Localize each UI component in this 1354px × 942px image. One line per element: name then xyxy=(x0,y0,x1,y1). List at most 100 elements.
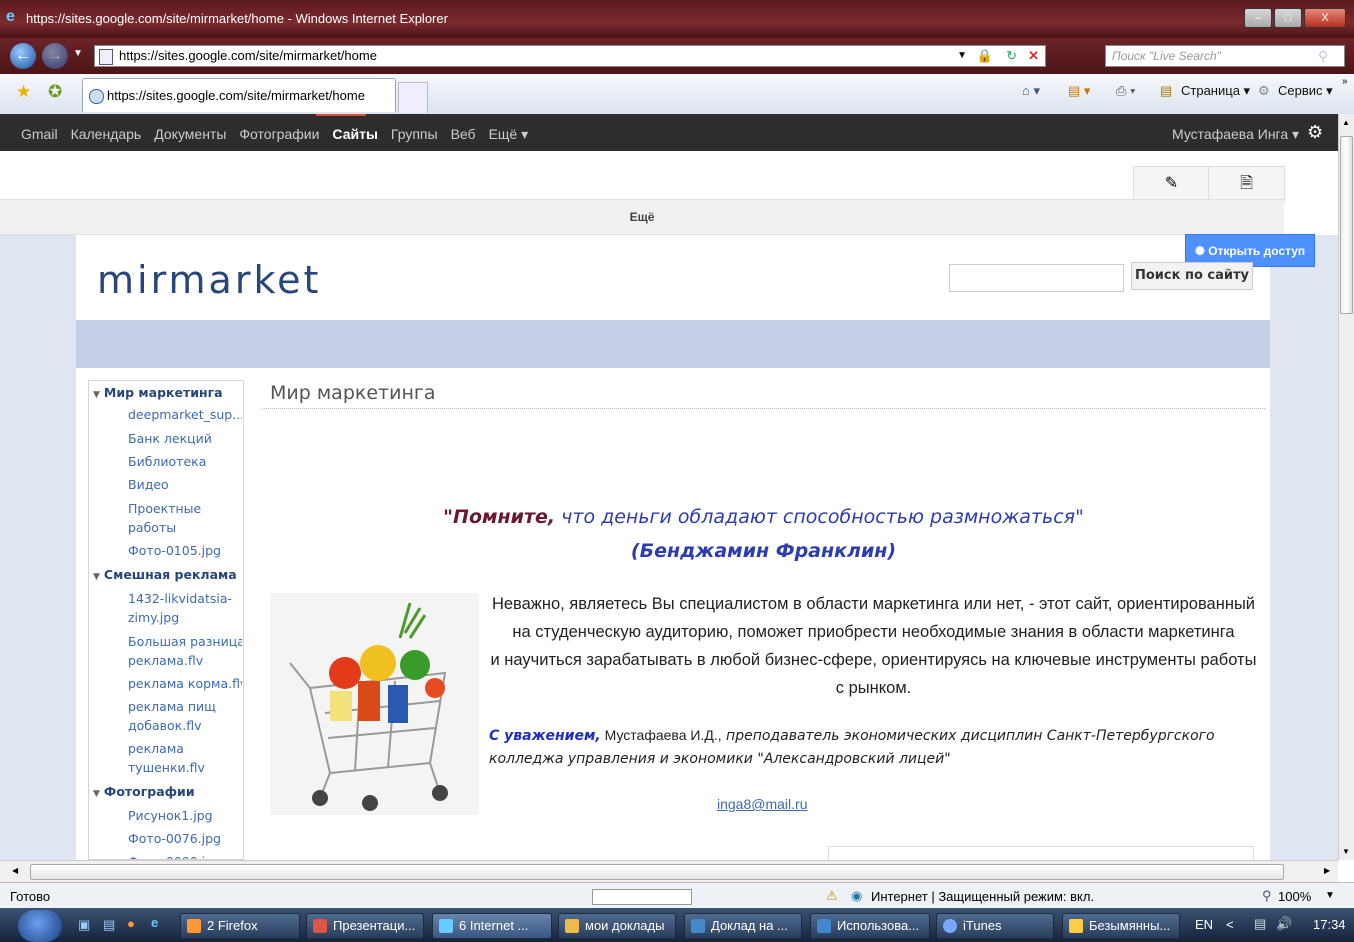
sidebar-item[interactable]: Фото-0090.jpg xyxy=(128,852,242,859)
ie-quicklaunch-icon[interactable]: e xyxy=(151,915,158,930)
sidebar-section-marketing[interactable]: ▼ Мир маркетинга xyxy=(93,385,223,400)
address-bar[interactable]: https://sites.google.com/site/mirmarket/… xyxy=(94,45,1046,67)
tools-menu[interactable]: Сервис ▾ xyxy=(1278,83,1333,99)
feeds-icon[interactable]: ▤ ▾ xyxy=(1068,83,1090,99)
sidebar-item[interactable]: Фото-0076.jpg xyxy=(128,829,242,848)
sidebar-item[interactable]: Банк лекций xyxy=(128,429,242,448)
protected-mode-icon[interactable]: ⚠ xyxy=(826,888,838,904)
sidebar-item[interactable]: Большая разница xyxy=(128,632,242,651)
user-account-menu[interactable]: Мустафаева Инга ▾ xyxy=(1172,126,1299,143)
firefox-quicklaunch-icon[interactable]: ● xyxy=(127,916,135,931)
edit-page-button[interactable]: ✎ xyxy=(1133,166,1210,202)
new-tab-button[interactable] xyxy=(398,82,428,113)
maximize-button[interactable]: □ xyxy=(1274,8,1302,28)
chevron-more-icon[interactable]: » xyxy=(1342,76,1348,87)
gbar-link-web[interactable]: Веб xyxy=(451,126,476,143)
scroll-right-icon[interactable]: ▶ xyxy=(1324,866,1330,875)
sidebar-item[interactable]: реклама пищ xyxy=(128,697,242,716)
close-button[interactable]: X xyxy=(1304,8,1346,28)
zoom-dropdown-icon[interactable]: ▼ xyxy=(1325,890,1335,901)
taskbar-button-usage[interactable]: Использова... xyxy=(810,913,930,939)
print-icon[interactable]: ⎙ ▾ xyxy=(1116,83,1135,99)
taskbar-button-firefox[interactable]: 2 Firefox xyxy=(180,913,300,939)
forward-button[interactable]: → xyxy=(42,43,68,69)
gbar-link-more[interactable]: Ещё ▾ xyxy=(489,126,529,143)
taskbar-button-presentation[interactable]: Презентаци... xyxy=(306,913,424,939)
tray-expand-icon[interactable]: < xyxy=(1226,917,1234,932)
taskbar-button-untitled[interactable]: Безымянны... xyxy=(1062,913,1180,939)
sidebar-section-photos[interactable]: ▼ Фотографии xyxy=(93,784,195,799)
sidebar-item[interactable]: тушенки.flv xyxy=(128,758,242,777)
live-search-input[interactable]: Поиск "Live Search" xyxy=(1105,45,1345,67)
add-favorites-icon[interactable]: ✪ xyxy=(48,82,62,102)
switch-windows-icon[interactable]: ▤ xyxy=(103,917,115,933)
taskbar-button-my-reports[interactable]: мои доклады xyxy=(558,913,676,939)
gbar-link-calendar[interactable]: Календарь xyxy=(71,126,142,143)
favorites-star-icon[interactable]: ★ xyxy=(16,82,31,102)
address-dropdown-icon[interactable]: ▼ xyxy=(957,46,967,66)
gbar-link-sites[interactable]: Сайты xyxy=(332,126,378,143)
lock-icon[interactable]: 🔒 xyxy=(977,46,993,66)
status-text: Готово xyxy=(10,889,51,904)
tray-volume-icon[interactable]: 🔊 xyxy=(1276,916,1292,932)
sidebar-item[interactable]: Проектные xyxy=(128,499,242,518)
sidebar-item[interactable]: Библиотека xyxy=(128,452,242,471)
ie-logo-icon: e xyxy=(6,8,15,25)
vertical-scrollbar[interactable]: ▲ ▼ xyxy=(1338,114,1354,860)
vertical-scroll-thumb[interactable] xyxy=(1340,136,1353,314)
collapse-triangle-icon[interactable]: ▼ xyxy=(93,789,100,799)
refresh-icon[interactable]: ↻ xyxy=(1006,46,1017,66)
settings-gear-icon[interactable]: ⚙ xyxy=(1307,122,1323,143)
site-search-input[interactable] xyxy=(949,264,1124,292)
site-search-button[interactable]: Поиск по сайту xyxy=(1131,262,1253,290)
sidebar-item[interactable]: реклама корма.flv xyxy=(128,674,242,693)
back-button[interactable]: ← xyxy=(10,43,36,69)
new-page-icon: 🗎 xyxy=(1240,175,1253,192)
sidebar-item[interactable]: реклама xyxy=(128,739,242,758)
email-link[interactable]: inga8@mail.ru xyxy=(717,796,807,812)
browser-tab[interactable]: https://sites.google.com/site/mirmarket/… xyxy=(82,78,396,112)
more-actions-button[interactable]: Ещё xyxy=(0,199,1284,235)
sidebar-item[interactable]: работы xyxy=(128,518,242,537)
start-button[interactable] xyxy=(18,910,62,942)
gbar-link-documents[interactable]: Документы xyxy=(154,126,226,143)
site-title[interactable]: mirmarket xyxy=(97,258,321,302)
security-zone-text[interactable]: Интернет | Защищенный режим: вкл. xyxy=(871,889,1094,904)
taskbar-button-report[interactable]: Доклад на ... xyxy=(684,913,802,939)
sidebar-item[interactable]: Рисунок1.jpg xyxy=(128,806,242,825)
home-icon[interactable]: ⌂ ▾ xyxy=(1022,83,1040,99)
gbar-link-gmail[interactable]: Gmail xyxy=(21,126,58,143)
sidebar-item[interactable]: Видео xyxy=(128,475,242,494)
language-indicator[interactable]: EN xyxy=(1195,917,1213,932)
sidebar-item[interactable]: zimy.jpg xyxy=(128,608,242,627)
minimize-button[interactable]: – xyxy=(1244,8,1272,28)
clock[interactable]: 17:34 xyxy=(1313,917,1346,932)
taskbar-button-internet-explorer[interactable]: 6 Internet ... xyxy=(432,913,552,939)
sidebar-item[interactable]: реклама.flv xyxy=(128,651,242,670)
sidebar-section-funny-ads[interactable]: ▼ Смешная реклама xyxy=(93,567,237,582)
sidebar-item[interactable]: deepmarket_sup... xyxy=(128,405,242,424)
horizontal-scrollbar[interactable]: ◀ ▶ xyxy=(0,860,1338,883)
folder-icon xyxy=(565,919,579,933)
horizontal-scroll-thumb[interactable] xyxy=(30,864,1284,880)
sidebar-item[interactable]: добавок.flv xyxy=(128,716,242,735)
zoom-level[interactable]: 100% xyxy=(1278,889,1311,904)
scroll-down-icon[interactable]: ▼ xyxy=(1342,847,1350,856)
sidebar-item[interactable]: 1432-likvidatsia- xyxy=(128,589,242,608)
gbar-link-groups[interactable]: Группы xyxy=(391,126,438,143)
search-icon[interactable]: ⚲ xyxy=(1318,48,1328,65)
sidebar-item[interactable]: Фото-0105.jpg xyxy=(128,541,242,560)
taskbar-button-itunes[interactable]: iTunes xyxy=(936,913,1054,939)
scroll-left-icon[interactable]: ◀ xyxy=(12,866,18,875)
stop-icon[interactable]: ✕ xyxy=(1028,46,1039,66)
new-page-button[interactable]: 🗎 xyxy=(1208,166,1285,202)
history-dropdown-icon[interactable]: ▼ xyxy=(73,48,83,59)
scroll-up-icon[interactable]: ▲ xyxy=(1342,118,1350,127)
tray-network-icon[interactable]: ▤ xyxy=(1254,916,1266,932)
show-desktop-icon[interactable]: ▣ xyxy=(78,917,90,933)
window-controls: – □ X xyxy=(1242,8,1346,28)
gbar-link-photos[interactable]: Фотографии xyxy=(239,126,319,143)
page-menu[interactable]: Страница ▾ xyxy=(1181,83,1250,99)
collapse-triangle-icon[interactable]: ▼ xyxy=(93,390,100,400)
collapse-triangle-icon[interactable]: ▼ xyxy=(93,572,100,582)
